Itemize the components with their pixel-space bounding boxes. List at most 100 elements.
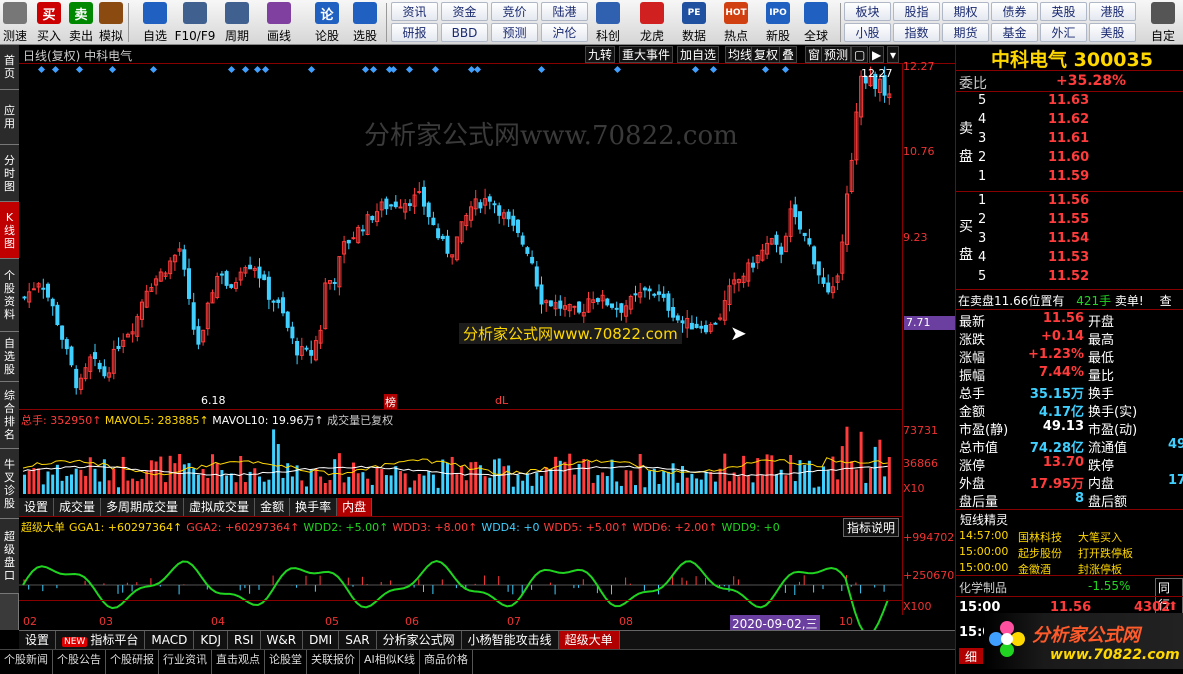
toolbar-button[interactable]: 自选 <box>136 2 174 43</box>
short-stock[interactable]: 起步股份 <box>1018 545 1062 561</box>
kline-chart-area[interactable]: 日线(复权) 中科电气 九转 重大事件 加自选 均线 复权叠窗预测 ▢ ▶ ▾ 12.27 1… <box>19 45 955 632</box>
left-tab[interactable]: 个股资料 <box>0 259 19 332</box>
volume-tab[interactable]: 成交量 <box>54 498 102 516</box>
toolbar-button[interactable]: 模拟 <box>96 2 126 43</box>
custom-button[interactable]: 自定 <box>1146 2 1180 43</box>
short-stock[interactable]: 国林科技 <box>1018 529 1062 545</box>
menu-button[interactable]: 资讯 <box>391 2 438 21</box>
menu-button[interactable]: BBD <box>441 23 488 42</box>
toolbar-button[interactable]: IPO 新股 <box>760 2 796 43</box>
menu-button[interactable]: 英股 <box>1040 2 1087 21</box>
rank-marker[interactable]: 榜 <box>384 394 397 410</box>
menu-button[interactable]: 期货 <box>942 23 989 42</box>
info-bar-link[interactable]: 商品价格 <box>420 650 473 674</box>
toolbar-button[interactable]: 龙虎 <box>634 2 670 43</box>
sell-price[interactable]: 11.61 <box>1048 131 1089 146</box>
toolbar-button[interactable]: 画线 <box>260 2 298 43</box>
volume-tab[interactable]: 金额 <box>255 498 291 516</box>
info-bar-link[interactable]: 个股研报 <box>106 650 159 674</box>
buy-price[interactable]: 11.56 <box>1048 193 1089 208</box>
toolbar-button[interactable]: F10/F9 <box>175 2 215 43</box>
speed-test-button[interactable]: 测速 <box>0 2 30 43</box>
left-tab[interactable]: 分时图 <box>0 145 19 202</box>
volume-tab[interactable]: 虚拟成交量 <box>184 498 256 516</box>
stat-value: 4.17亿 <box>1038 405 1084 420</box>
left-tab[interactable]: 自选股 <box>0 332 19 382</box>
toolbar-button[interactable]: 买买入 <box>34 2 64 43</box>
left-tab[interactable]: 首页 <box>0 45 19 90</box>
sell-price[interactable]: 11.59 <box>1048 169 1089 184</box>
indicator-tab[interactable]: SAR <box>339 631 377 649</box>
menu-button[interactable]: 港股 <box>1089 2 1136 21</box>
indicator-tab[interactable]: NEW 指标平台 <box>56 631 146 649</box>
indicator-tab[interactable]: 超级大单 <box>558 631 620 649</box>
toolbar-button[interactable]: 论论股 <box>308 2 346 43</box>
menu-button[interactable]: 美股 <box>1089 23 1136 42</box>
menu-button[interactable]: 外汇 <box>1040 23 1087 42</box>
volume-tab[interactable]: 设置 <box>19 498 55 516</box>
menu-button[interactable]: 竞价 <box>491 2 538 21</box>
indicator-tab[interactable]: W&R <box>261 631 304 649</box>
menu-button[interactable]: 小股 <box>844 23 891 42</box>
dl-marker[interactable]: dL <box>495 394 508 407</box>
indicator-tab[interactable]: RSI <box>228 631 261 649</box>
volume-bar <box>812 487 816 494</box>
menu-button[interactable]: 预测 <box>491 23 538 42</box>
buy-price[interactable]: 11.52 <box>1048 269 1089 284</box>
left-tab[interactable]: K线图 <box>0 202 19 259</box>
indicator-tab[interactable]: 设置 <box>19 631 57 649</box>
menu-button[interactable]: 资金 <box>441 2 488 21</box>
volume-tab[interactable]: 换手率 <box>290 498 338 516</box>
left-tab[interactable]: 超级盘口 <box>0 519 19 594</box>
info-bar-link[interactable]: 论股堂 <box>265 650 307 674</box>
buy-price[interactable]: 11.53 <box>1048 250 1089 265</box>
toolbar-button[interactable]: PE 数据 <box>676 2 712 43</box>
left-tab[interactable]: 综合排名 <box>0 382 19 449</box>
menu-button[interactable]: 基金 <box>991 23 1038 42</box>
quote-panel: 中科电气 300035 委比 +35.28% 5 11.63 4 11.62 3 11.6… <box>955 45 1183 674</box>
toolbar-button[interactable]: 卖卖出 <box>66 2 96 43</box>
candle-body <box>262 274 267 281</box>
info-bar-link[interactable]: 行业资讯 <box>159 650 212 674</box>
toolbar-button[interactable]: 选股 <box>346 2 384 43</box>
info-bar-link[interactable]: 个股公告 <box>53 650 106 674</box>
toolbar-button[interactable]: 全球 <box>798 2 834 43</box>
menu-button[interactable]: 板块 <box>844 2 891 21</box>
sector-name[interactable]: 化学制品 <box>959 579 1007 596</box>
info-bar-link[interactable]: AI相似K线 <box>360 650 420 674</box>
left-tab[interactable]: 牛叉诊股 <box>0 449 19 519</box>
volume-bar <box>854 469 858 494</box>
indicator-help-button[interactable]: 指标说明 <box>843 518 900 537</box>
toolbar-button[interactable]: 周期 <box>218 2 256 43</box>
buy-price[interactable]: 11.55 <box>1048 212 1089 227</box>
signal-marker-icon <box>75 65 84 74</box>
volume-tab[interactable]: 内盘 <box>337 498 373 516</box>
indicator-tab[interactable]: 小杨智能攻击线 <box>462 631 559 649</box>
buy-price[interactable]: 11.54 <box>1048 231 1089 246</box>
info-bar-link[interactable]: 关联报价 <box>307 650 360 674</box>
left-tab[interactable]: 应用 <box>0 90 19 145</box>
menu-button[interactable]: 债券 <box>991 2 1038 21</box>
sell-price[interactable]: 11.60 <box>1048 150 1089 165</box>
menu-button[interactable]: 沪伦 <box>541 23 588 42</box>
toolbar-button[interactable]: HOT 热点 <box>718 2 754 43</box>
detail-tab[interactable]: 细 <box>959 648 983 664</box>
menu-button[interactable]: 研报 <box>391 23 438 42</box>
indicator-tab[interactable]: MACD <box>145 631 195 649</box>
indicator-tab[interactable]: KDJ <box>194 631 228 649</box>
sell-price[interactable]: 11.63 <box>1048 93 1089 108</box>
toolbar-button[interactable]: 科创 <box>590 2 626 43</box>
menu-button[interactable]: 指数 <box>893 23 940 42</box>
indicator-tab[interactable]: DMI <box>303 631 340 649</box>
indicator-tab[interactable]: 分析家公式网 <box>377 631 462 649</box>
menu-button[interactable]: 陆港 <box>541 2 588 21</box>
info-bar-link[interactable]: 直击观点 <box>212 650 265 674</box>
sell-price[interactable]: 11.62 <box>1048 112 1089 127</box>
menu-button[interactable]: 期权 <box>942 2 989 21</box>
info-bar-link[interactable]: 个股新闻 <box>0 650 53 674</box>
volume-bar <box>549 468 553 494</box>
volume-tab[interactable]: 多周期成交量 <box>101 498 185 516</box>
volume-bar <box>436 487 440 494</box>
order-alert-query[interactable]: 查 <box>1160 294 1172 308</box>
menu-button[interactable]: 股指 <box>893 2 940 21</box>
